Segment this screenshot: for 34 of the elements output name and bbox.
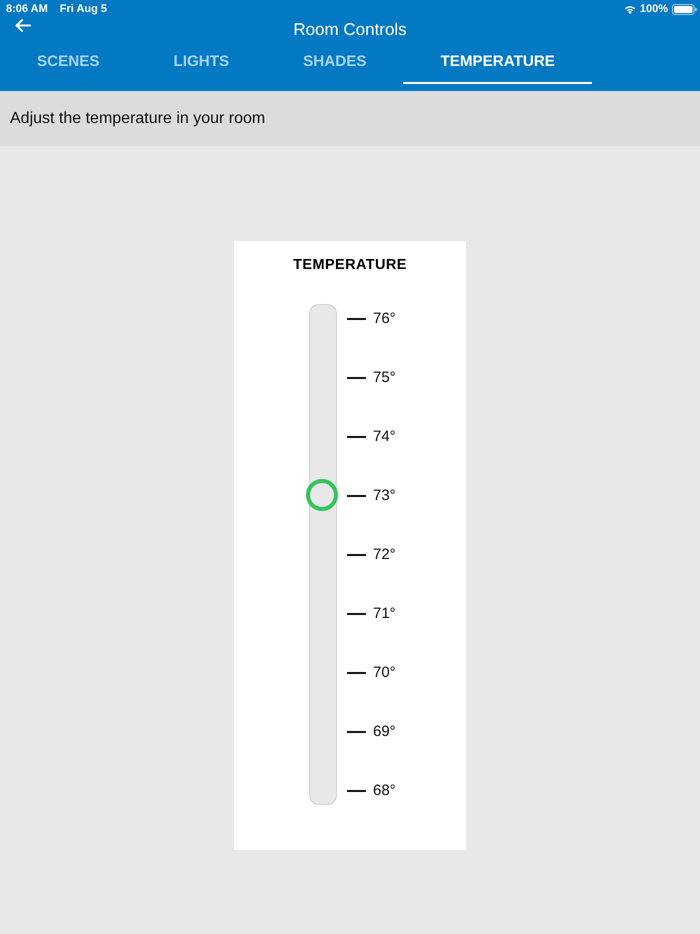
scale-tick-icon [347, 790, 366, 792]
scale-tick-icon [347, 376, 366, 378]
status-time: 8:06 AM [6, 3, 48, 15]
scale-label: 73° [373, 487, 396, 504]
scale-tick-icon [347, 318, 366, 320]
tab[interactable]: SCENES [0, 42, 136, 84]
back-arrow-icon [15, 18, 31, 32]
screen-title: Room Controls [293, 20, 407, 40]
scale-tick-icon [347, 730, 366, 732]
tab[interactable]: TEMPERATURE [403, 42, 592, 84]
scale-tick-icon [347, 612, 366, 614]
back-button[interactable] [13, 17, 33, 33]
scale-tick-icon [347, 672, 366, 674]
scale-label: 75° [373, 369, 396, 386]
tab[interactable]: LIGHTS [136, 42, 266, 84]
scale-label: 69° [373, 723, 396, 740]
scale-tick-icon [347, 436, 366, 438]
tab[interactable]: SHADES [266, 42, 404, 84]
battery-percent: 100% [640, 3, 668, 15]
scale-label: 76° [373, 310, 396, 327]
temperature-slider[interactable] [306, 304, 340, 805]
scale-label: 68° [373, 782, 396, 799]
battery-icon [672, 4, 697, 14]
scale-label: 71° [373, 605, 396, 622]
scale-label: 74° [373, 428, 396, 445]
scale-label: 70° [373, 664, 396, 681]
slider-thumb[interactable] [306, 479, 338, 511]
wifi-icon [624, 4, 636, 14]
scale-tick-icon [347, 554, 366, 556]
scale-tick-icon [347, 494, 366, 496]
instruction-text: Adjust the temperature in your room [10, 110, 266, 128]
scale-label: 72° [373, 546, 396, 563]
card-title: TEMPERATURE [293, 257, 407, 274]
status-date: Fri Aug 5 [60, 3, 108, 15]
